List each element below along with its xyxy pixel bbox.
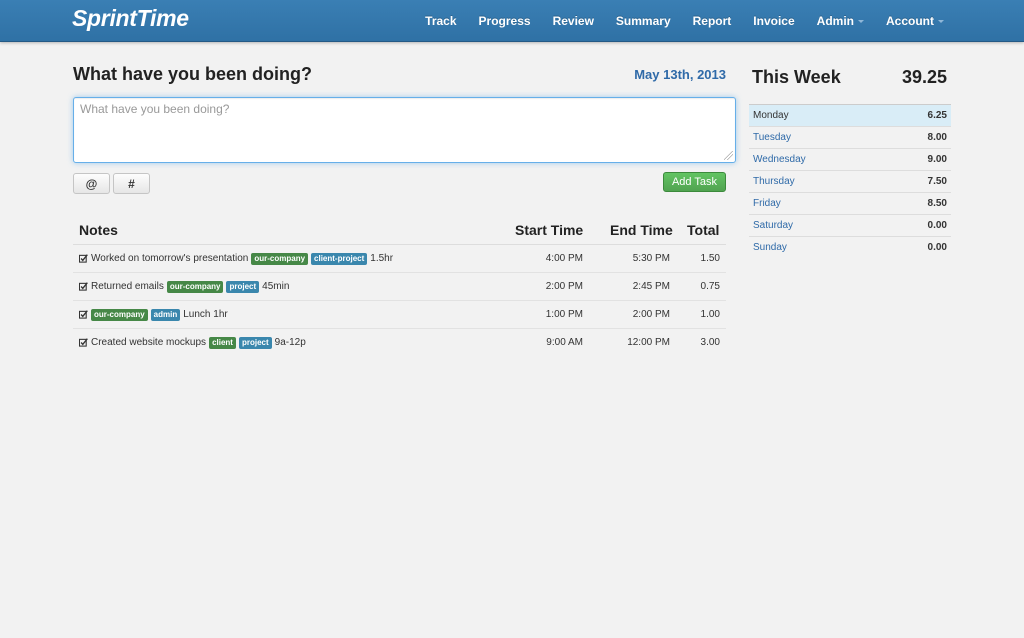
day-hours: 8.00 [927,132,947,143]
nav-progress[interactable]: Progress [479,14,531,28]
entry-heading: What have you been doing? [73,64,313,84]
week-day-friday[interactable]: Friday 8.50 [749,193,951,215]
week-day-wednesday[interactable]: Wednesday 9.00 [749,149,951,171]
edit-check-icon[interactable] [79,310,88,319]
nav-label: Invoice [753,13,795,28]
hashtag-button[interactable]: # [113,173,150,194]
nav-label: Report [692,13,732,28]
edit-check-icon[interactable] [79,282,88,291]
table-row[interactable]: Worked on tomorrow's presentation our-co… [73,245,726,273]
day-label: Monday [753,110,789,121]
nav-label: Progress [478,13,531,28]
week-day-monday[interactable]: Monday 6.25 [749,105,951,127]
table-row[interactable]: Returned emails our-company project 45mi… [73,273,726,301]
week-day-thursday[interactable]: Thursday 7.50 [749,171,951,193]
task-text: Created website mockups [91,337,207,348]
current-date[interactable]: May 13th, 2013 [634,67,726,82]
day-label: Thursday [753,176,795,187]
task-input[interactable] [73,97,736,163]
tasks-table: Notes Start Time End Time Total Worked o… [73,218,726,356]
tag-label[interactable]: our-company [166,280,224,293]
task-text: Returned emails [91,281,164,292]
week-total: 39.25 [901,67,947,87]
table-header: Notes Start Time End Time Total [73,218,726,245]
nav-report[interactable]: Report [693,14,732,28]
task-duration-text: Lunch 1hr [183,309,228,320]
header-notes: Notes [79,222,118,238]
day-hours: 9.00 [927,154,947,165]
caret-down-icon [858,19,864,23]
tag-label[interactable]: project [238,336,272,349]
start-time: 1:00 PM [545,309,583,320]
navbar: SprintTime Track Progress Review Summary… [0,0,1024,42]
tag-label[interactable]: admin [150,308,181,321]
week-day-list: Monday 6.25 Tuesday 8.00 Wednesday 9.00 … [749,104,951,258]
nav-account-dropdown[interactable]: Account [886,14,944,28]
start-time: 2:00 PM [545,281,583,292]
week-day-sunday[interactable]: Sunday 0.00 [749,237,951,258]
total-hours: 1.00 [700,309,720,320]
task-duration-text: 1.5hr [370,253,394,264]
day-label: Wednesday [753,154,806,165]
end-time: 2:00 PM [632,309,670,320]
nav-label: Track [425,13,457,28]
end-time: 12:00 PM [627,337,670,348]
day-hours: 8.50 [927,198,947,209]
total-hours: 1.50 [700,253,720,264]
total-hours: 3.00 [700,337,720,348]
task-notes: our-company admin Lunch 1hr [79,301,228,328]
task-notes: Worked on tomorrow's presentation our-co… [79,245,393,272]
day-label: Friday [753,198,781,209]
start-time: 4:00 PM [545,253,583,264]
nav-label: Account [886,13,934,28]
start-time: 9:00 AM [546,337,583,348]
resize-grip-icon[interactable] [724,151,733,160]
day-label: Tuesday [753,132,791,143]
week-title: This Week [752,67,841,87]
task-duration-text: 9a-12p [274,337,306,348]
tag-label[interactable]: our-company [251,252,309,265]
day-hours: 0.00 [927,220,947,231]
nav-label: Review [552,13,594,28]
table-row[interactable]: Created website mockups client project 9… [73,329,726,356]
mention-button[interactable]: @ [73,173,110,194]
nav-admin-dropdown[interactable]: Admin [817,14,864,28]
nav-summary[interactable]: Summary [616,14,671,28]
week-day-saturday[interactable]: Saturday 0.00 [749,215,951,237]
caret-down-icon [938,19,944,23]
tag-label[interactable]: client-project [311,252,368,265]
nav-label: Admin [816,13,854,28]
day-label: Saturday [753,220,794,231]
task-notes: Created website mockups client project 9… [79,329,306,356]
tag-label[interactable]: project [226,280,260,293]
day-hours: 7.50 [927,176,947,187]
tag-label[interactable]: client [209,336,236,349]
task-duration-text: 45min [262,281,290,292]
table-row[interactable]: our-company admin Lunch 1hr 1:00 PM 2:00… [73,301,726,329]
brand-logo[interactable]: SprintTime [72,5,189,32]
day-hours: 0.00 [927,242,947,253]
total-hours: 0.75 [700,281,720,292]
task-text: Worked on tomorrow's presentation [91,253,249,264]
task-notes: Returned emails our-company project 45mi… [79,273,289,300]
end-time: 5:30 PM [632,253,670,264]
nav-track[interactable]: Track [425,14,456,28]
end-time: 2:45 PM [632,281,670,292]
nav-invoice[interactable]: Invoice [753,14,794,28]
tag-label[interactable]: our-company [91,308,148,321]
add-task-button[interactable]: Add Task [663,172,726,192]
header-total: Total [687,222,720,238]
nav-review[interactable]: Review [553,14,594,28]
nav-label: Summary [615,13,671,28]
day-hours: 6.25 [927,110,947,121]
edit-check-icon[interactable] [79,338,88,347]
edit-check-icon[interactable] [79,254,88,263]
week-day-tuesday[interactable]: Tuesday 8.00 [749,127,951,149]
nav-menu: Track Progress Review Summary Report Inv… [403,0,944,41]
header-end-time: End Time [610,222,673,238]
header-start-time: Start Time [515,222,584,238]
day-label: Sunday [753,242,787,253]
